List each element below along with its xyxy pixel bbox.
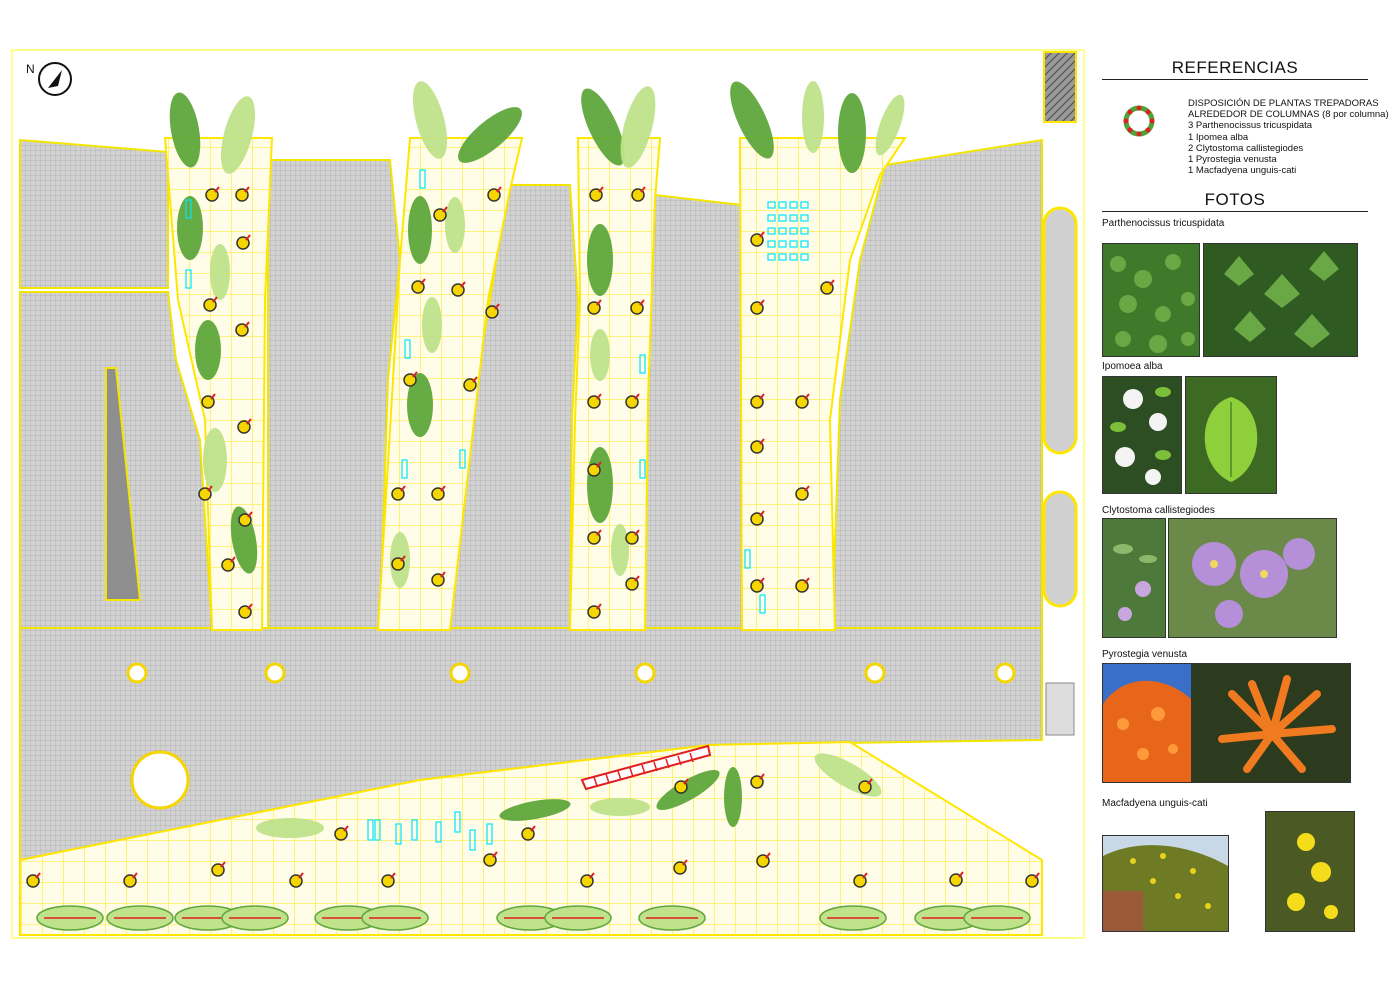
photo-macfadyena-1	[1102, 835, 1229, 932]
leaf-canopy	[408, 196, 432, 264]
photo-pyrostegia-2	[1191, 663, 1351, 783]
leaf-canopy	[203, 428, 227, 492]
references-title: REFERENCIAS	[1102, 58, 1368, 80]
column-climbers-ring-icon	[1123, 105, 1155, 137]
photo-clytostoma-2	[1168, 518, 1337, 638]
leaf-canopy	[195, 320, 221, 380]
photo-label-ipomoea: Ipomoea alba	[1102, 361, 1163, 372]
photo-parthenocissus-2	[1203, 243, 1358, 357]
leaf-canopy	[802, 81, 824, 153]
photo-label-parthenocissus: Parthenocissus tricuspidata	[1102, 218, 1225, 229]
photo-macfadyena-2	[1265, 811, 1355, 932]
photo-clytostoma-1	[1102, 518, 1166, 638]
photos-title: FOTOS	[1102, 190, 1368, 212]
leaf-canopy	[177, 196, 203, 260]
ramp-hatch	[1043, 51, 1077, 123]
legend-line: 1 Macfadyena unguis-cati	[1188, 165, 1297, 177]
leaf-canopy	[422, 297, 442, 353]
photo-parthenocissus-1	[1102, 243, 1200, 357]
legend-line: 1 Ipomea alba	[1188, 131, 1249, 143]
references-panel: REFERENCIAS DISPOSICIÓN DE PLANTAS TREPA…	[1088, 48, 1389, 938]
leaf-canopy	[587, 224, 613, 296]
leaf-canopy	[590, 798, 650, 816]
landscape-plan: N	[11, 49, 1085, 939]
legend-line: 3 Parthenocissus tricuspidata	[1188, 120, 1313, 132]
photo-label-pyrostegia: Pyrostegia venusta	[1102, 649, 1188, 660]
leaf-canopy	[611, 524, 629, 576]
north-label: N	[26, 62, 35, 76]
legend-line: 1 Pyrostegia venusta	[1188, 154, 1277, 166]
leaf-canopy	[587, 447, 613, 523]
legend-line: ALREDEDOR DE COLUMNAS (8 por columna)	[1188, 109, 1389, 121]
leaf-canopy	[256, 818, 324, 838]
legend-line: DISPOSICIÓN DE PLANTAS TREPADORAS	[1188, 98, 1379, 109]
stair	[1045, 682, 1075, 736]
photo-label-macfadyena: Macfadyena unguis-cati	[1102, 798, 1208, 809]
leaf-canopy	[210, 244, 230, 300]
photo-ipomoea-1	[1102, 376, 1182, 494]
legend-text: DISPOSICIÓN DE PLANTAS TREPADORAS ALREDE…	[1188, 98, 1389, 176]
photo-ipomoea-2	[1185, 376, 1277, 494]
right-bench-2	[1042, 490, 1078, 608]
photo-pyrostegia-1	[1102, 663, 1192, 783]
leaf-canopy	[838, 93, 866, 173]
leaf-canopy	[590, 329, 610, 381]
photo-label-clytostoma: Clytostoma callistegiodes	[1102, 505, 1215, 516]
leaf-canopy	[445, 197, 465, 253]
right-bench-1	[1042, 206, 1078, 455]
leaf-canopy	[724, 767, 742, 827]
legend-line: 2 Clytostoma callistegiodes	[1188, 142, 1304, 154]
